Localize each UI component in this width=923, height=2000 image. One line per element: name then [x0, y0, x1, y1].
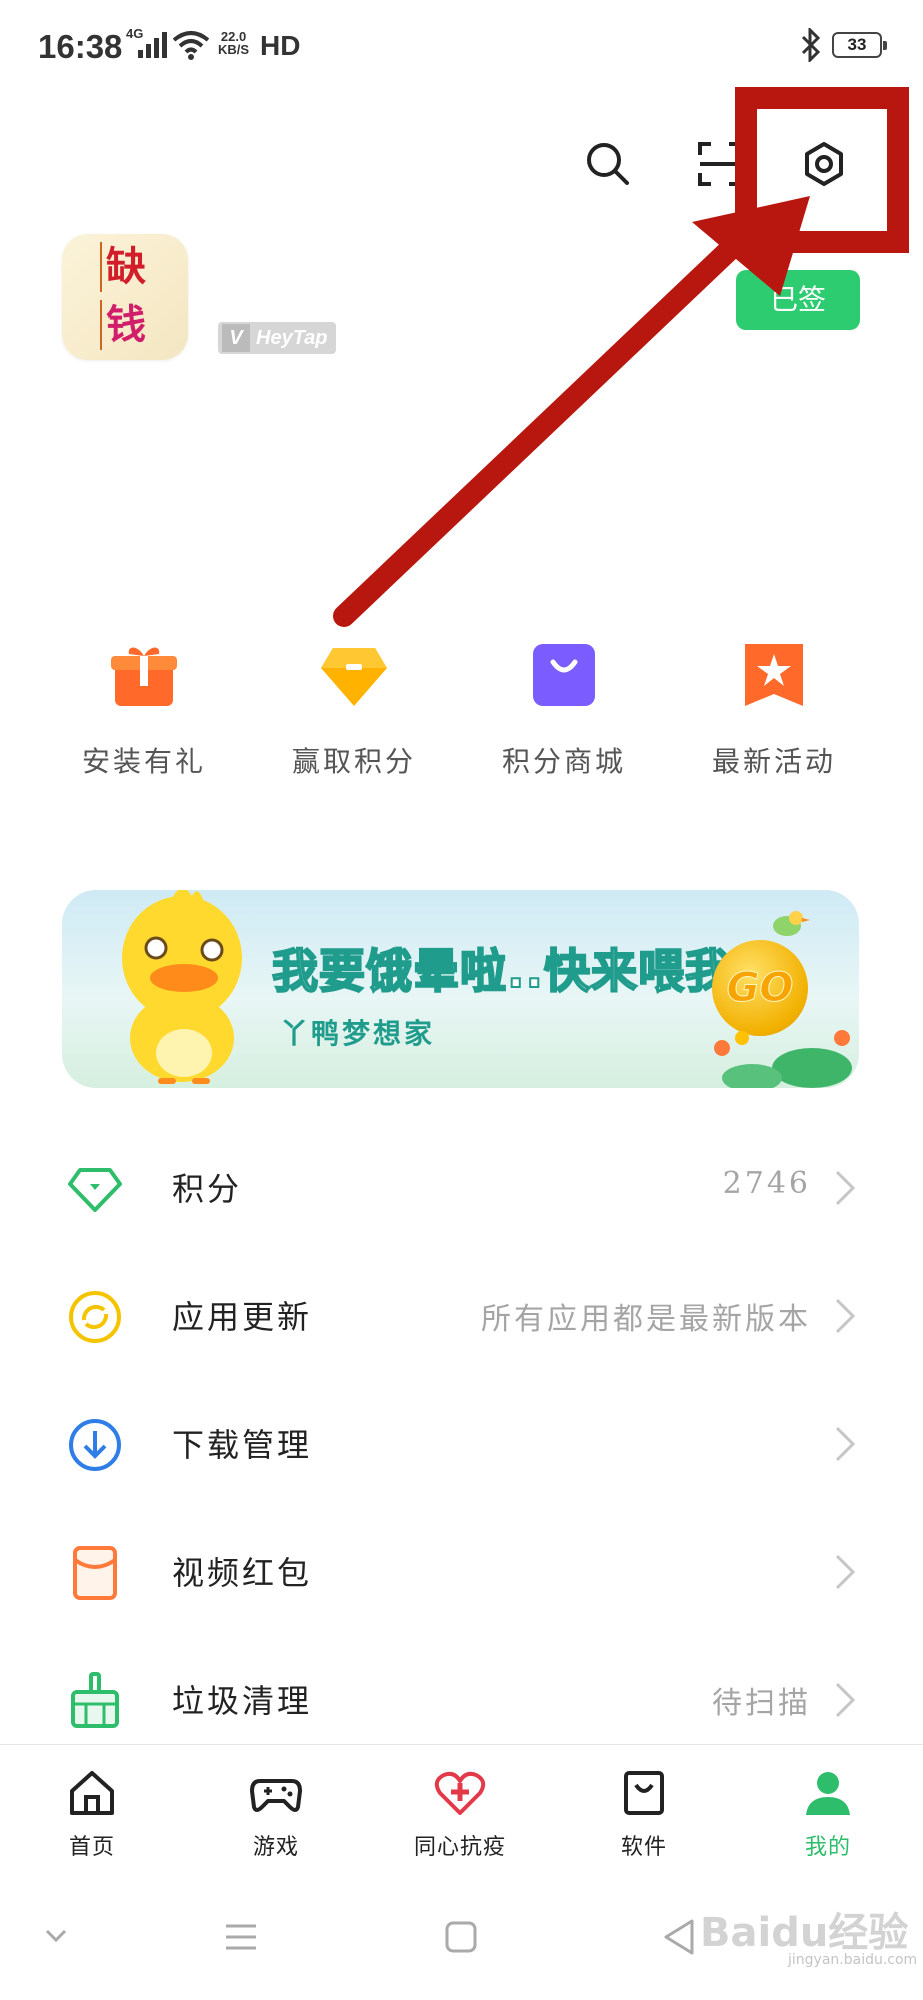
annotation-arrow — [333, 87, 909, 627]
